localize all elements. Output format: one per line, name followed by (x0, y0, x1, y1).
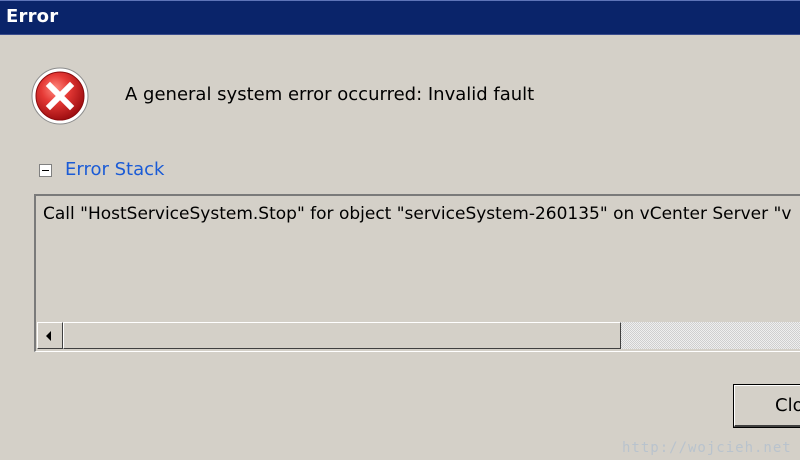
error-stack-panel: Call "HostServiceSystem.Stop" for object… (34, 194, 800, 352)
error-message: A general system error occurred: Invalid… (125, 84, 535, 105)
error-icon (31, 67, 89, 125)
watermark: http://wojcieh.net (622, 440, 792, 456)
scrollbar-thumb[interactable] (63, 322, 621, 349)
window-title: Error (6, 6, 59, 27)
collapse-minus-icon[interactable] (39, 164, 52, 177)
error-dialog: Error A general system error occurred: I… (0, 0, 800, 460)
scroll-left-arrow-icon[interactable] (37, 322, 63, 349)
title-bar[interactable]: Error (0, 0, 800, 35)
error-stack-text: Call "HostServiceSystem.Stop" for object… (43, 204, 792, 224)
error-stack-toggle[interactable]: Error Stack (65, 159, 164, 180)
close-button[interactable]: Clo (733, 384, 800, 428)
horizontal-scrollbar[interactable] (37, 322, 800, 349)
